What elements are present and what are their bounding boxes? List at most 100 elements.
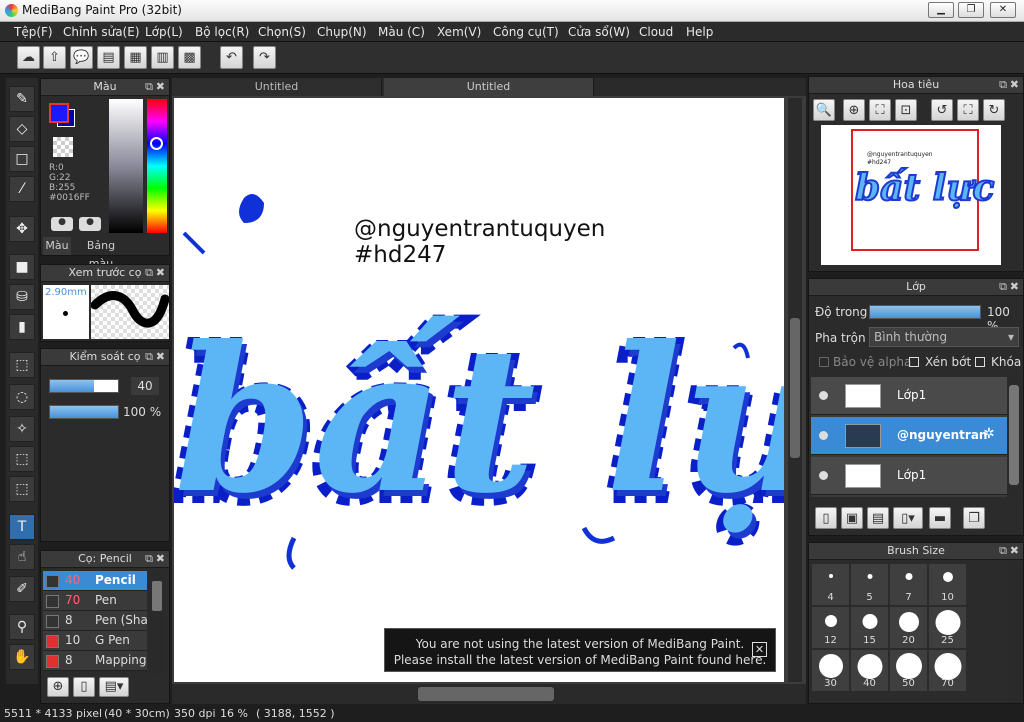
menu-file[interactable]: Tệp(F) — [14, 25, 53, 39]
brush-list-scrollbar[interactable] — [149, 571, 165, 675]
brush-size-30[interactable]: 30 — [811, 649, 850, 692]
visibility-eye-icon[interactable] — [819, 471, 828, 480]
primary-color-swatch[interactable] — [49, 103, 69, 123]
panel-close-icon[interactable]: ✖ — [156, 79, 165, 95]
reset-view-icon[interactable]: ⛶ — [957, 99, 979, 121]
panel-icon[interactable]: ▦ — [124, 46, 147, 69]
brush-size-70[interactable]: 70 — [928, 649, 967, 692]
eraser-tool-icon[interactable]: ◇ — [9, 116, 35, 142]
undock-icon[interactable]: ⧉ — [145, 349, 153, 365]
brush-size-15[interactable]: 15 — [850, 606, 889, 649]
brush-size-25[interactable]: 25 — [928, 606, 967, 649]
fill-rect-tool-icon[interactable]: ■ — [9, 254, 35, 280]
brush-size-scrollbar[interactable] — [1009, 563, 1023, 703]
divide-tool-icon[interactable]: ✐ — [9, 576, 35, 602]
panel-close-icon[interactable]: ✖ — [1010, 543, 1019, 559]
brush-item-mapping[interactable]: 8 Mapping — [43, 651, 147, 671]
menu-tools[interactable]: Công cụ(T) — [493, 25, 559, 39]
layer-row[interactable]: Lớp1 — [811, 377, 1007, 415]
transparent-swatch[interactable] — [53, 137, 73, 157]
hue-slider[interactable] — [147, 99, 167, 233]
undock-icon[interactable]: ⧉ — [999, 77, 1007, 93]
select-pen-tool-icon[interactable]: ⬚ — [9, 446, 35, 472]
panel-close-icon[interactable]: ✖ — [156, 265, 165, 281]
gradient-tool-icon[interactable]: ▮ — [9, 314, 35, 340]
update-notice[interactable]: You are not using the latest version of … — [384, 628, 776, 672]
redo-icon[interactable]: ↷ — [253, 46, 276, 69]
folder-icon[interactable]: ▬ — [929, 507, 951, 529]
size-value[interactable]: 40 — [131, 377, 159, 395]
add-brush-icon[interactable]: ⊕ — [47, 677, 69, 697]
hue-handle[interactable] — [150, 137, 163, 150]
maximize-button[interactable]: ❐ — [958, 2, 984, 18]
fit-icon[interactable]: ⛶ — [869, 99, 891, 121]
cloud-icon[interactable]: ☁ — [17, 46, 40, 69]
navigator-thumbnail[interactable]: @nguyentrantuquyen #hd247 bất lực — [821, 125, 1001, 265]
brightness-slider[interactable] — [109, 99, 143, 233]
comment-icon[interactable]: 💬 — [70, 46, 93, 69]
share-icon[interactable]: ⇧ — [43, 46, 66, 69]
panel-close-icon[interactable]: ✖ — [1010, 279, 1019, 295]
menu-edit[interactable]: Chỉnh sửa(E) — [63, 25, 140, 39]
tab-untitled-1[interactable]: Untitled — [172, 78, 382, 96]
brush-size-5[interactable]: 5 — [850, 563, 889, 606]
actual-size-icon[interactable]: ⊡ — [895, 99, 917, 121]
select-eraser-tool-icon[interactable]: ⬚ — [9, 476, 35, 502]
canvas-horizontal-scrollbar[interactable] — [172, 684, 806, 704]
brush-size-12[interactable]: 12 — [811, 606, 850, 649]
undock-icon[interactable]: ⧉ — [999, 279, 1007, 295]
speech-bubble-icon[interactable]: ▤ — [97, 46, 120, 69]
layout-icon[interactable]: ▥ — [151, 46, 174, 69]
menu-view[interactable]: Xem(V) — [437, 25, 481, 39]
tab-color[interactable]: Màu — [43, 237, 71, 255]
brush-size-4[interactable]: 4 — [811, 563, 850, 606]
canvas-page[interactable]: @nguyentrantuquyen #hd247 bất lực bất lự… — [174, 98, 784, 682]
hand-tool-icon[interactable]: ✋ — [9, 644, 35, 670]
brush-item-pencil[interactable]: 40 Pencil — [43, 571, 147, 591]
layer-list-scrollbar[interactable] — [1007, 377, 1021, 497]
undock-icon[interactable]: ⧉ — [145, 265, 153, 281]
menu-filter[interactable]: Bộ lọc(R) — [195, 25, 249, 39]
layer-row-selected[interactable]: @nguyentran ✲ — [811, 417, 1007, 455]
menu-help[interactable]: Help — [686, 25, 713, 39]
duplicate-layer-icon[interactable]: ❐ — [963, 507, 985, 529]
text-tool-icon[interactable]: T — [9, 514, 35, 540]
eyedropper-tool-icon[interactable]: ⚲ — [9, 614, 35, 640]
bucket-tool-icon[interactable]: ⛁ — [9, 284, 35, 310]
new-halftone-layer-icon[interactable]: ▣ — [841, 507, 863, 529]
brush-page-icon[interactable]: ▯ — [73, 677, 95, 697]
menu-cloud[interactable]: Cloud — [639, 25, 673, 39]
tab-untitled-2[interactable]: Untitled — [384, 78, 594, 96]
blend-mode-select[interactable]: Bình thường ▾ — [869, 327, 1019, 347]
dot-brush-tool-icon[interactable]: ⁄ — [9, 176, 35, 202]
notice-close-button[interactable]: ✕ — [752, 642, 767, 657]
operation-tool-icon[interactable]: ☝ — [9, 544, 35, 570]
menu-select[interactable]: Chọn(S) — [258, 25, 306, 39]
undo-icon[interactable]: ↶ — [220, 46, 243, 69]
gear-icon[interactable]: ✲ — [983, 426, 995, 442]
palette-tool-icon[interactable]: ● — [51, 217, 73, 231]
palette-add-icon[interactable]: ● — [79, 217, 101, 231]
move-tool-icon[interactable]: ✥ — [9, 216, 35, 242]
undock-icon[interactable]: ⧉ — [145, 79, 153, 95]
brush-item-pen-shading[interactable]: 8 Pen (Sha — [43, 611, 147, 631]
add-layer-menu-icon[interactable]: ▯▾ — [893, 507, 923, 529]
panel-close-icon[interactable]: ✖ — [156, 551, 165, 567]
grid-icon[interactable]: ▩ — [178, 46, 201, 69]
layer-opacity-slider[interactable] — [869, 305, 981, 319]
size-slider[interactable] — [49, 379, 119, 393]
tab-palette[interactable]: Bảng màu — [73, 237, 129, 270]
brush-size-20[interactable]: 20 — [889, 606, 928, 649]
brush-menu-icon[interactable]: ▤▾ — [99, 677, 129, 697]
new-8bit-layer-icon[interactable]: ▤ — [867, 507, 889, 529]
panel-close-icon[interactable]: ✖ — [156, 349, 165, 365]
alpha-protect-checkbox[interactable] — [819, 357, 829, 367]
rect-select-tool-icon[interactable]: ⬚ — [9, 352, 35, 378]
panel-close-icon[interactable]: ✖ — [1010, 77, 1019, 93]
magic-wand-tool-icon[interactable]: ✧ — [9, 416, 35, 442]
brush-size-40[interactable]: 40 — [850, 649, 889, 692]
menu-color[interactable]: Màu (C) — [378, 25, 425, 39]
rectangle-tool-icon[interactable]: □ — [9, 146, 35, 172]
lock-checkbox[interactable] — [975, 357, 985, 367]
menu-layer[interactable]: Lớp(L) — [145, 25, 183, 39]
